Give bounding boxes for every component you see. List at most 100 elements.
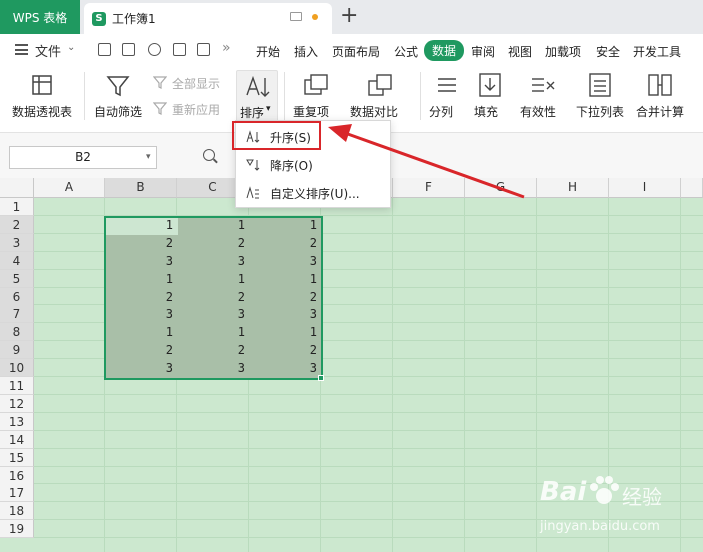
- cell[interactable]: 3: [105, 359, 173, 377]
- column-header-h[interactable]: H: [537, 178, 609, 198]
- watermark-brand: Bai: [540, 477, 587, 507]
- sort-button[interactable]: 排序 ▾: [236, 70, 278, 122]
- cell[interactable]: 2: [105, 234, 173, 252]
- consolidate-icon: [648, 74, 672, 96]
- document-tab[interactable]: S 工作簿1: [84, 3, 332, 34]
- tab-page-layout[interactable]: 页面布局: [332, 43, 380, 60]
- row-header-1[interactable]: 1: [0, 198, 34, 216]
- data-compare-icon: [368, 74, 392, 96]
- app-tab[interactable]: WPS 表格: [0, 0, 80, 34]
- tab-review[interactable]: 审阅: [471, 43, 495, 60]
- cell[interactable]: 2: [249, 234, 317, 252]
- cell[interactable]: 1: [105, 216, 173, 234]
- hamburger-menu-icon[interactable]: [15, 44, 28, 55]
- format-painter-icon[interactable]: [148, 43, 161, 56]
- custom-sort-item[interactable]: 自定义排序(U)...: [236, 180, 390, 206]
- save-icon[interactable]: [122, 43, 135, 56]
- row-header-11[interactable]: 11: [0, 377, 34, 395]
- filter-funnel-icon: [106, 76, 130, 97]
- cell[interactable]: 3: [249, 359, 317, 377]
- column-header-b[interactable]: B: [105, 178, 177, 198]
- file-menu[interactable]: 文件: [35, 41, 61, 60]
- more-icon[interactable]: »: [222, 40, 231, 56]
- tab-security[interactable]: 安全: [596, 43, 620, 60]
- row-header-13[interactable]: 13: [0, 412, 34, 431]
- sort-descending-label: 降序(O): [270, 158, 313, 173]
- tab-home[interactable]: 开始: [256, 43, 280, 60]
- tab-formulas[interactable]: 公式: [394, 43, 418, 60]
- column-header-a[interactable]: A: [34, 178, 105, 198]
- tab-view[interactable]: 视图: [508, 43, 532, 60]
- cell[interactable]: 3: [177, 359, 245, 377]
- row-header-16[interactable]: 16: [0, 466, 34, 485]
- new-tab-button[interactable]: +: [340, 4, 358, 28]
- select-all-corner[interactable]: [0, 178, 34, 198]
- print-icon[interactable]: [173, 43, 186, 56]
- column-header-g[interactable]: G: [465, 178, 537, 198]
- tab-developer[interactable]: 开发工具: [633, 43, 681, 60]
- ribbon-divider: [284, 72, 285, 120]
- row-header-8[interactable]: 8: [0, 323, 34, 342]
- row-header-2[interactable]: 2: [0, 215, 34, 234]
- cell[interactable]: 3: [105, 252, 173, 270]
- cell[interactable]: 3: [177, 252, 245, 270]
- cell[interactable]: 3: [105, 305, 173, 323]
- cell[interactable]: 2: [177, 341, 245, 359]
- sort-label: 排序: [240, 106, 265, 120]
- grid-line: [34, 411, 703, 413]
- cell[interactable]: 1: [177, 270, 245, 288]
- cell[interactable]: 1: [249, 270, 317, 288]
- tab-insert[interactable]: 插入: [294, 43, 318, 60]
- cell[interactable]: 1: [249, 323, 317, 341]
- cell[interactable]: 2: [177, 288, 245, 306]
- paw-icon: [590, 476, 619, 504]
- row-header-6[interactable]: 6: [0, 287, 34, 306]
- cell[interactable]: 1: [177, 216, 245, 234]
- cell[interactable]: 2: [105, 341, 173, 359]
- cell[interactable]: 1: [105, 323, 173, 341]
- column-header-i[interactable]: I: [609, 178, 681, 198]
- tab-addins[interactable]: 加载项: [545, 43, 581, 60]
- cell[interactable]: 3: [249, 252, 317, 270]
- fill-handle[interactable]: [318, 375, 324, 381]
- row-header-14[interactable]: 14: [0, 430, 34, 449]
- chevron-down-icon: ⌄: [67, 42, 76, 53]
- ribbon-divider: [420, 72, 421, 120]
- row-header-5[interactable]: 5: [0, 269, 34, 288]
- chevron-down-icon[interactable]: ▾: [146, 152, 151, 162]
- row-header-18[interactable]: 18: [0, 502, 34, 521]
- grid-line: [34, 429, 703, 431]
- name-box[interactable]: B2: [9, 146, 157, 169]
- row-header-19[interactable]: 19: [0, 520, 34, 539]
- tab-data[interactable]: 数据: [424, 40, 464, 61]
- row-header-12[interactable]: 12: [0, 394, 34, 413]
- cell[interactable]: 3: [249, 305, 317, 323]
- row-header-7[interactable]: 7: [0, 305, 34, 324]
- monitor-icon[interactable]: [290, 12, 302, 21]
- column-header-f[interactable]: F: [393, 178, 465, 198]
- row-header-9[interactable]: 9: [0, 341, 34, 360]
- cell[interactable]: 1: [177, 323, 245, 341]
- cell[interactable]: 2: [249, 288, 317, 306]
- cell[interactable]: 2: [105, 288, 173, 306]
- row-header-10[interactable]: 10: [0, 359, 34, 378]
- sort-descending-item[interactable]: 降序(O): [236, 152, 390, 178]
- show-all-label: 全部显示: [172, 77, 221, 91]
- row-header-15[interactable]: 15: [0, 448, 34, 467]
- cell[interactable]: 1: [249, 216, 317, 234]
- fill-label: 填充: [474, 105, 499, 119]
- app-name: WPS 表格: [12, 10, 68, 25]
- cell[interactable]: 3: [177, 305, 245, 323]
- column-header-j[interactable]: [681, 178, 703, 198]
- open-folder-icon[interactable]: [98, 43, 111, 56]
- pivot-table-label: 数据透视表: [12, 105, 73, 119]
- row-header-17[interactable]: 17: [0, 484, 34, 503]
- row-header-3[interactable]: 3: [0, 233, 34, 252]
- row-header-4[interactable]: 4: [0, 251, 34, 270]
- zoom-icon[interactable]: [203, 149, 215, 161]
- cell[interactable]: 1: [105, 270, 173, 288]
- cell[interactable]: 2: [177, 234, 245, 252]
- custom-sort-label: 自定义排序(U)...: [270, 186, 360, 201]
- print-preview-icon[interactable]: [197, 43, 210, 56]
- cell[interactable]: 2: [249, 341, 317, 359]
